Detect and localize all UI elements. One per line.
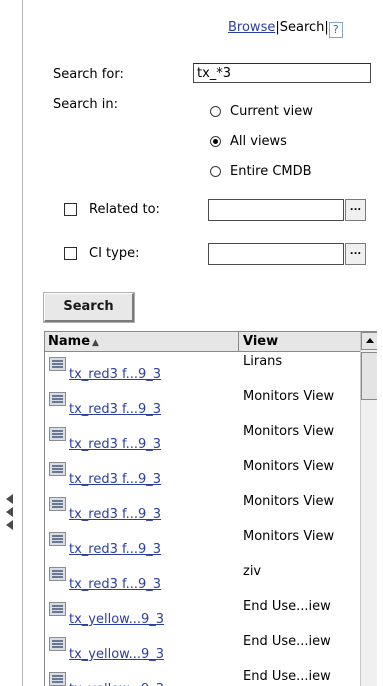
- ci-name-link[interactable]: tx_yellow...9_3: [69, 682, 164, 686]
- cell-view: Monitors View: [243, 494, 335, 509]
- cell-view: Monitors View: [243, 529, 335, 544]
- ci-type-label: CI type:: [89, 246, 140, 261]
- column-view-label: View: [243, 334, 279, 349]
- table-row[interactable]: tx_yellow...9_3 End Use...iew: [45, 598, 360, 630]
- ci-icon: [49, 462, 66, 476]
- ci-name-link[interactable]: tx_red3 f...9_3: [69, 437, 161, 452]
- ci-icon: [49, 392, 66, 406]
- radio-entire-cmdb[interactable]: [210, 166, 221, 177]
- cell-view: ziv: [243, 564, 262, 579]
- table-row[interactable]: tx_red3 f...9_3 ziv: [45, 563, 360, 595]
- ci-type-checkbox[interactable]: [64, 247, 77, 260]
- cell-view: End Use...iew: [243, 634, 331, 649]
- scope-all-views-label: All views: [230, 134, 287, 149]
- radio-current-view[interactable]: [210, 106, 221, 117]
- scope-entire-cmdb[interactable]: Entire CMDB: [210, 164, 312, 179]
- collapse-arrow-icon: [6, 507, 13, 517]
- table-row[interactable]: tx_red3 f...9_3 Monitors View: [45, 528, 360, 560]
- search-in-label: Search in:: [53, 97, 119, 112]
- column-header-name[interactable]: Name ▲: [45, 332, 239, 351]
- table-row[interactable]: tx_red3 f...9_3 Lirans: [45, 353, 360, 385]
- related-to-browse-button[interactable]: ...: [345, 199, 366, 221]
- cell-view: End Use...iew: [243, 599, 331, 614]
- collapse-arrow-icon: [6, 520, 13, 530]
- column-name-label: Name: [48, 334, 91, 349]
- ci-icon: [49, 497, 66, 511]
- ci-name-link[interactable]: tx_red3 f...9_3: [69, 367, 161, 382]
- table-row[interactable]: tx_red3 f...9_3 Monitors View: [45, 388, 360, 420]
- scope-current-view[interactable]: Current view: [210, 104, 313, 119]
- cell-view: Monitors View: [243, 459, 335, 474]
- results-header: Name ▲ View: [45, 332, 360, 352]
- related-to-row: Related to:: [64, 202, 160, 217]
- ci-type-row: CI type:: [64, 246, 139, 261]
- ci-icon: [49, 567, 66, 581]
- cell-name: tx_red3 f...9_3: [45, 353, 239, 385]
- scope-all-views[interactable]: All views: [210, 134, 287, 149]
- table-row[interactable]: tx_red3 f...9_3 Monitors View: [45, 423, 360, 455]
- search-for-input[interactable]: [193, 63, 371, 83]
- cell-name: tx_red3 f...9_3: [45, 423, 239, 455]
- cell-view: Monitors View: [243, 389, 335, 404]
- cell-name: tx_yellow...9_3: [45, 598, 239, 630]
- cell-name: tx_red3 f...9_3: [45, 493, 239, 525]
- scope-current-view-label: Current view: [230, 104, 313, 119]
- ci-name-link[interactable]: tx_red3 f...9_3: [69, 577, 161, 592]
- table-row[interactable]: tx_yellow...9_3 End Use...iew: [45, 668, 360, 686]
- cell-name: tx_red3 f...9_3: [45, 388, 239, 420]
- scope-entire-cmdb-label: Entire CMDB: [230, 164, 312, 179]
- table-row[interactable]: tx_yellow...9_3 End Use...iew: [45, 633, 360, 665]
- ci-name-link[interactable]: tx_red3 f...9_3: [69, 542, 161, 557]
- cell-name: tx_yellow...9_3: [45, 668, 239, 686]
- scroll-thumb[interactable]: [361, 352, 377, 400]
- ci-type-browse-button[interactable]: ...: [345, 243, 366, 265]
- ci-icon: [49, 427, 66, 441]
- help-icon[interactable]: ?: [328, 22, 343, 38]
- browse-link[interactable]: Browse: [228, 20, 275, 35]
- results-scrollbar[interactable]: [360, 332, 377, 686]
- related-to-label: Related to:: [89, 202, 160, 217]
- ci-name-link[interactable]: tx_red3 f...9_3: [69, 507, 161, 522]
- search-button[interactable]: Search: [43, 292, 135, 323]
- sort-ascending-icon: ▲: [92, 338, 99, 348]
- radio-all-views[interactable]: [210, 136, 221, 147]
- ci-icon: [49, 532, 66, 546]
- column-header-view[interactable]: View: [239, 332, 360, 351]
- scroll-up-icon[interactable]: [361, 332, 377, 350]
- ci-name-link[interactable]: tx_red3 f...9_3: [69, 402, 161, 417]
- collapse-arrow-icon: [6, 494, 13, 504]
- related-to-checkbox[interactable]: [64, 203, 77, 216]
- ci-icon: [49, 357, 66, 371]
- cell-view: Monitors View: [243, 424, 335, 439]
- search-mode-label: Search: [279, 20, 325, 35]
- ci-name-link[interactable]: tx_yellow...9_3: [69, 612, 164, 627]
- table-row[interactable]: tx_red3 f...9_3 Monitors View: [45, 493, 360, 525]
- cell-view: Lirans: [243, 354, 283, 369]
- cell-name: tx_red3 f...9_3: [45, 563, 239, 595]
- ci-type-field[interactable]: [208, 243, 344, 265]
- search-for-label: Search for:: [53, 67, 124, 82]
- ci-name-link[interactable]: tx_red3 f...9_3: [69, 472, 161, 487]
- mode-switcher: Browse|Search|?: [228, 20, 343, 38]
- ci-name-link[interactable]: tx_yellow...9_3: [69, 647, 164, 662]
- related-to-field[interactable]: [208, 199, 344, 221]
- cell-view: End Use...iew: [243, 669, 331, 684]
- cell-name: tx_yellow...9_3: [45, 633, 239, 665]
- ci-icon: [49, 672, 66, 686]
- ci-icon: [49, 637, 66, 651]
- ci-icon: [49, 602, 66, 616]
- results-grid: Name ▲ View tx_red3 f...9_3 Lirans tx_red3 …: [44, 331, 377, 686]
- cell-name: tx_red3 f...9_3: [45, 528, 239, 560]
- panel-divider: [22, 0, 23, 686]
- table-row[interactable]: tx_red3 f...9_3 Monitors View: [45, 458, 360, 490]
- cell-name: tx_red3 f...9_3: [45, 458, 239, 490]
- collapse-panel-icon[interactable]: [2, 494, 16, 533]
